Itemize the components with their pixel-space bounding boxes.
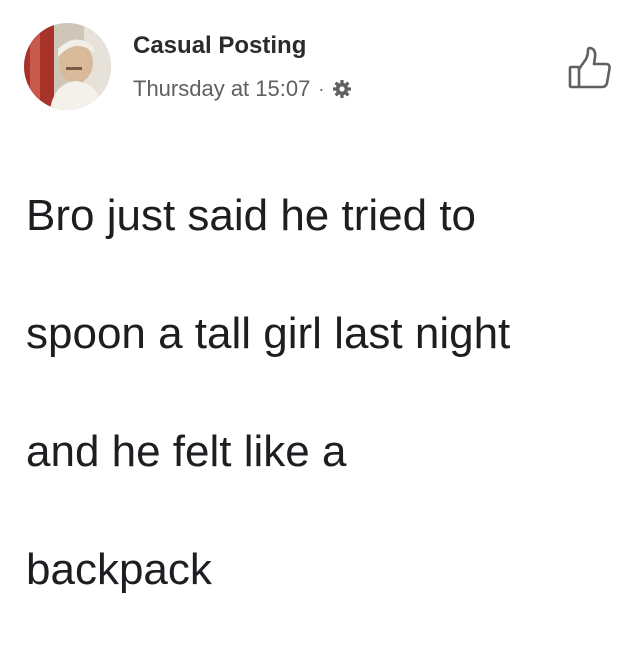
meta-separator: · xyxy=(318,78,325,99)
post-text-line: backpack xyxy=(26,545,212,594)
post-card: Casual Posting Thursday at 15:07 · Bro j… xyxy=(0,0,640,594)
post-text-line: spoon a tall girl last night xyxy=(26,309,511,358)
gear-icon[interactable] xyxy=(332,79,352,99)
timestamp[interactable]: Thursday at 15:07 xyxy=(133,76,310,102)
thumbs-up-icon[interactable] xyxy=(566,45,614,93)
post-meta: Thursday at 15:07 · xyxy=(133,74,352,104)
post-text-line: Bro just said he tried to xyxy=(26,191,477,240)
avatar[interactable] xyxy=(24,23,111,110)
author-name[interactable]: Casual Posting xyxy=(133,32,306,60)
post-text-line: and he felt like a xyxy=(26,427,347,476)
post-body: Bro just said he tried to spoon a tall g… xyxy=(26,127,616,658)
